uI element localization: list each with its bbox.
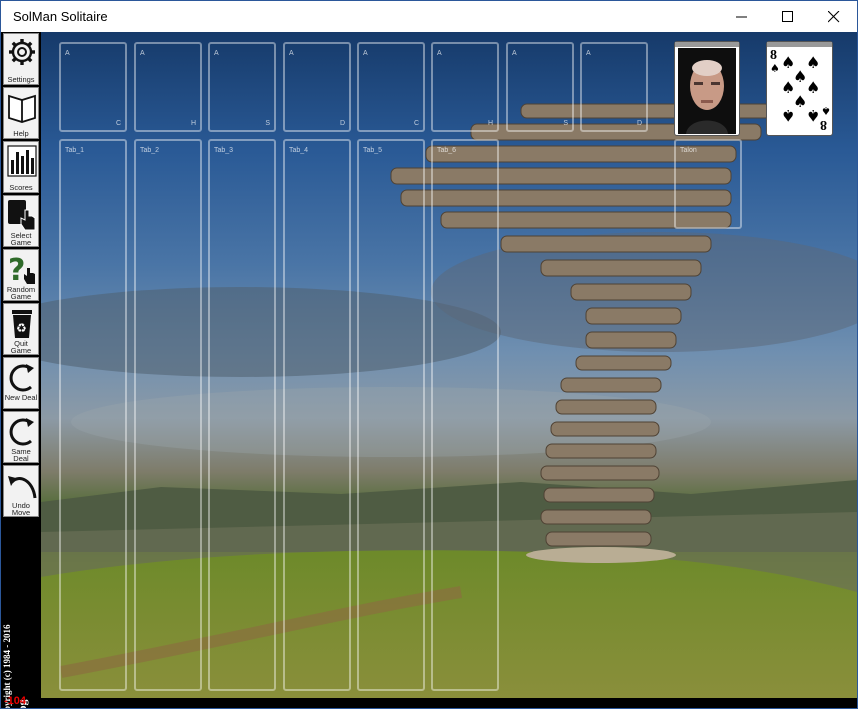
spade-icon: ♠ (770, 62, 780, 75)
card-rank-bottom: 8 (820, 117, 827, 132)
title-bar[interactable]: SolMan Solitaire (1, 1, 857, 32)
new-deal-label: New Deal (4, 393, 38, 402)
circular-arrow-icon (9, 364, 34, 392)
settings-label: Settings (7, 75, 35, 84)
help-button[interactable]: Help (3, 87, 39, 139)
hand-pointer-icon (8, 200, 36, 231)
status-bar (41, 698, 857, 708)
foundation-slot[interactable]: AC (357, 42, 425, 132)
recycle-bin-icon: ♻ (12, 310, 32, 338)
portrait-image (678, 48, 736, 134)
foundation-slot[interactable]: AH (431, 42, 499, 132)
player-portrait (678, 48, 736, 134)
minimize-icon (736, 16, 747, 18)
undo-move-label: Undo Move (11, 501, 31, 517)
spade-icon: ♠ (806, 78, 821, 97)
svg-text:?: ? (8, 253, 25, 286)
foundation-slot[interactable]: AC (59, 42, 127, 132)
spade-icon: ♠ (821, 104, 831, 117)
foundation-slot[interactable]: AS (506, 42, 574, 132)
spade-icon: ♠ (806, 106, 821, 125)
maximize-icon (782, 11, 793, 22)
question-hand-icon: ? (8, 253, 35, 286)
spade-icon: ♠ (806, 53, 821, 72)
bar-chart-icon (7, 145, 37, 177)
undo-arrow-icon (8, 476, 37, 499)
talon-slot[interactable]: Talon (674, 139, 742, 229)
select-game-button[interactable]: Select Game (3, 195, 39, 247)
foundation-slot[interactable]: AD (283, 42, 351, 132)
book-icon (8, 94, 36, 123)
tableau-column[interactable]: Tab_3 (208, 139, 276, 691)
minimize-button[interactable] (719, 1, 765, 32)
undo-move-button[interactable]: Undo Move (3, 465, 39, 517)
stock-card-eight-of-spades[interactable]: 8 ♠ ♠ ♠ ♠ ♠ ♠ ♠ ♠ ♠ ♠ 8 (766, 41, 833, 136)
quit-game-button[interactable]: ♻ Quit Game (3, 303, 39, 355)
same-deal-button[interactable]: Same Deal (3, 411, 39, 463)
new-deal-button[interactable]: New Deal (3, 357, 39, 409)
card-top-bar (675, 42, 739, 47)
close-button[interactable] (811, 1, 857, 32)
scores-button[interactable]: Scores (3, 141, 39, 193)
solitaire-window: SolMan Solitaire Settings Help Scores Se… (0, 0, 858, 709)
close-icon (828, 11, 840, 23)
maximize-button[interactable] (765, 1, 811, 32)
tableau-column[interactable]: Tab_4 (283, 139, 351, 691)
game-table: AC AH AS AD AC AH AS AD Tab_1 Tab_2 Tab_… (41, 32, 857, 698)
select-game-label: Select Game (10, 231, 32, 247)
toolbar-sidebar: Settings Help Scores Select Game ? Rando… (1, 32, 41, 708)
scores-label: Scores (9, 183, 33, 192)
gear-icon (9, 39, 35, 65)
copyright-text: Copyright (c) 1984 - 2016 (2, 624, 12, 709)
settings-button[interactable]: Settings (3, 33, 39, 85)
foundation-slot[interactable]: AD (580, 42, 648, 132)
random-game-label: Random Game (6, 285, 36, 301)
window-title: SolMan Solitaire (13, 9, 108, 24)
tableau-column[interactable]: Tab_2 (134, 139, 202, 691)
tableau-column[interactable]: Tab_5 (357, 139, 425, 691)
same-deal-label: Same Deal (11, 447, 31, 463)
card-top-bar (767, 42, 832, 47)
player-photo-card[interactable] (674, 41, 740, 136)
svg-text:♻: ♻ (16, 321, 27, 335)
random-game-button[interactable]: ? Random Game (3, 249, 39, 301)
card-rank-top: 8 (770, 48, 777, 63)
quit-game-label: Quit Game (10, 339, 32, 355)
tableau-column[interactable]: Tab_1 (59, 139, 127, 691)
score-readout: -104 (4, 695, 27, 707)
help-label: Help (13, 129, 29, 138)
circular-arrow-icon (9, 418, 34, 446)
spade-icon: ♠ (781, 106, 796, 125)
foundation-slot[interactable]: AH (134, 42, 202, 132)
foundation-slot[interactable]: AS (208, 42, 276, 132)
tableau-column[interactable]: Tab_6 (431, 139, 499, 691)
